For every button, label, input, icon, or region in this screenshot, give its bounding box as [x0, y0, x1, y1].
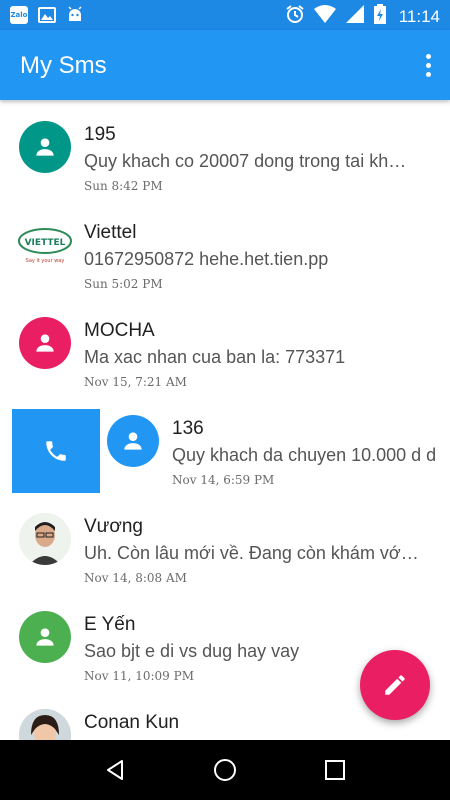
message-time: Sun 5:02 PM	[84, 277, 163, 291]
app-bar: My Sms	[0, 30, 450, 100]
message-time: Nov 15, 7:21 AM	[84, 375, 187, 389]
edit-icon	[385, 675, 405, 695]
viettel-logo-text: VIETTEL	[25, 238, 66, 248]
conversation-item[interactable]: 195 Quy khach co 20007 dong trong tai kh…	[0, 100, 450, 198]
contact-name: Vương	[84, 516, 143, 537]
message-snippet: 01672950872 hehe.het.tien.pp	[84, 249, 329, 269]
image-notification-icon	[38, 6, 56, 24]
zalo-notification-icon: Zalo	[10, 6, 28, 24]
person-icon	[124, 432, 142, 450]
nav-home-button[interactable]	[205, 750, 245, 790]
contact-name: Conan Kun	[84, 712, 180, 733]
contact-name: 136	[172, 418, 204, 439]
contact-avatar[interactable]	[19, 121, 71, 173]
nav-back-button[interactable]	[95, 750, 135, 790]
conversation-item[interactable]: VIETTEL Say it your way Viettel 01672950…	[0, 198, 450, 296]
contact-avatar[interactable]	[19, 611, 71, 663]
contact-photo[interactable]	[19, 709, 71, 740]
wifi-icon	[313, 4, 336, 29]
person-icon	[36, 138, 54, 156]
conversation-item[interactable]: Vương Uh. Còn lâu mới về. Đang còn khám …	[0, 492, 450, 590]
conversation-list[interactable]: 195 Quy khach co 20007 dong trong tai kh…	[0, 100, 450, 740]
contact-avatar[interactable]	[107, 415, 159, 467]
message-time: Nov 14, 6:59 PM	[172, 473, 275, 487]
message-snippet: Quy khach co 20007 dong trong tai kh…	[84, 151, 407, 171]
contact-avatar[interactable]	[19, 317, 71, 369]
person-icon	[36, 334, 54, 352]
contact-name: Viettel	[84, 222, 137, 243]
message-time: Nov 11, 10:09 PM	[84, 669, 194, 683]
home-icon	[214, 759, 236, 781]
message-time: Nov 14, 8:08 AM	[84, 571, 187, 585]
clock-time: 11:14	[398, 6, 440, 26]
contact-name: 195	[84, 124, 116, 145]
contact-photo[interactable]	[19, 513, 71, 565]
conversation-item[interactable]: 136 Quy khach da chuyen 10.000 d d Nov 1…	[0, 394, 450, 492]
conversation-item[interactable]: MOCHA Ma xac nhan cua ban la: 773371 Nov…	[0, 296, 450, 394]
alarm-icon	[285, 4, 305, 29]
person-icon	[36, 628, 54, 646]
app-title: My Sms	[20, 52, 107, 79]
android-notification-icon	[66, 6, 84, 24]
viettel-logo[interactable]: VIETTEL Say it your way	[17, 219, 73, 271]
message-snippet: Uh. Còn lâu mới về. Đang còn khám vớ…	[84, 543, 419, 563]
nav-recents-button[interactable]	[315, 750, 355, 790]
overflow-menu-button[interactable]	[418, 50, 438, 80]
status-bar: Zalo 11:14	[0, 0, 450, 30]
contact-name: MOCHA	[84, 320, 155, 341]
contact-name: E Yến	[84, 614, 136, 635]
viettel-tagline: Say it your way	[26, 258, 65, 264]
back-icon	[107, 760, 123, 780]
message-snippet: Quy khach da chuyen 10.000 d d	[172, 445, 437, 465]
battery-charging-icon	[373, 4, 386, 29]
signal-icon	[345, 4, 365, 29]
navigation-bar	[0, 740, 450, 800]
compose-fab[interactable]	[360, 650, 430, 720]
more-vert-icon	[425, 53, 431, 59]
message-snippet: Ma xac nhan cua ban la: 773371	[84, 347, 346, 367]
recents-icon	[325, 760, 345, 780]
message-time: Sun 8:42 PM	[84, 179, 163, 193]
